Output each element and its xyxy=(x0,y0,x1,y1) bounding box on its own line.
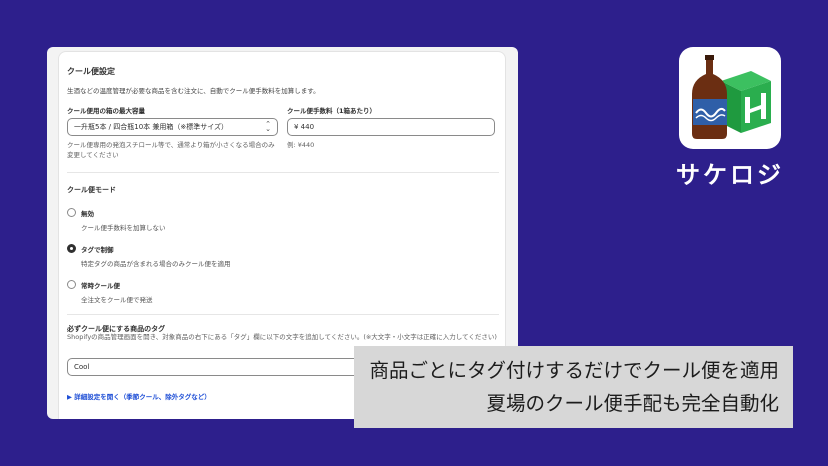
option-always-cool-title: 常時クール便 xyxy=(81,282,120,290)
fee-value: ¥ 440 xyxy=(294,123,315,131)
fee-label: クール便手数料（1箱あたり） xyxy=(287,107,377,115)
fee-help: 例: ¥440 xyxy=(287,141,315,149)
box-size-value: 一升瓶5本 / 四合瓶10本 兼用箱（※標準サイズ） xyxy=(74,123,229,131)
tag-input-value: Cool xyxy=(74,363,90,371)
cool-settings-description: 生酒などの温度管理が必要な商品を含む注文に、自動でクール便手数料を加算します。 xyxy=(67,87,320,95)
divider xyxy=(67,172,499,173)
option-disabled-desc: クール便手数料を加算しない xyxy=(81,224,166,232)
option-tag-control-title: タグで制御 xyxy=(81,246,114,254)
cool-mode-title: クール便モード xyxy=(67,186,116,194)
sakelogi-app-icon xyxy=(679,47,781,149)
sake-bottle-and-box-icon xyxy=(692,55,771,139)
box-size-select[interactable]: 一升瓶5本 / 四合瓶10本 兼用箱（※標準サイズ） ⌃ ⌄ xyxy=(67,118,278,136)
option-always-cool-desc: 全注文をクール便で発送 xyxy=(81,296,153,304)
box-size-help: クール便専用の発泡スチロール等で、通常より箱が小さくなる場合のみ変更してください xyxy=(67,141,275,159)
tag-section-description: Shopifyの商品管理画面を開き、対象商品の右下にある「タグ」欄に以下の文字を… xyxy=(67,333,497,341)
option-tag-control-desc: 特定タグの商品が含まれる場合のみクール便を適用 xyxy=(81,260,231,268)
select-chevron-icon: ⌃ ⌄ xyxy=(265,120,271,133)
caption-line-1: 商品ごとにタグ付けするだけでクール便を適用 xyxy=(369,359,779,382)
box-size-label: クール便用の箱の最大容量 xyxy=(67,107,145,115)
caption-line-2: 夏場のクール便手配も完全自動化 xyxy=(486,392,779,415)
radio-tag-control[interactable] xyxy=(67,244,76,253)
advanced-settings-link[interactable]: ▶ 詳細設定を開く（季節クール、除外タグなど） xyxy=(67,391,211,401)
cool-settings-title: クール便設定 xyxy=(67,67,115,76)
radio-disabled[interactable] xyxy=(67,208,76,217)
fee-input[interactable]: ¥ 440 xyxy=(287,118,495,136)
divider xyxy=(67,314,499,315)
app-name: サケロジ xyxy=(676,161,784,189)
caption-box: 商品ごとにタグ付けするだけでクール便を適用 夏場のクール便手配も完全自動化 xyxy=(354,346,793,428)
option-disabled-title: 無効 xyxy=(81,210,94,218)
radio-always-cool[interactable] xyxy=(67,280,76,289)
